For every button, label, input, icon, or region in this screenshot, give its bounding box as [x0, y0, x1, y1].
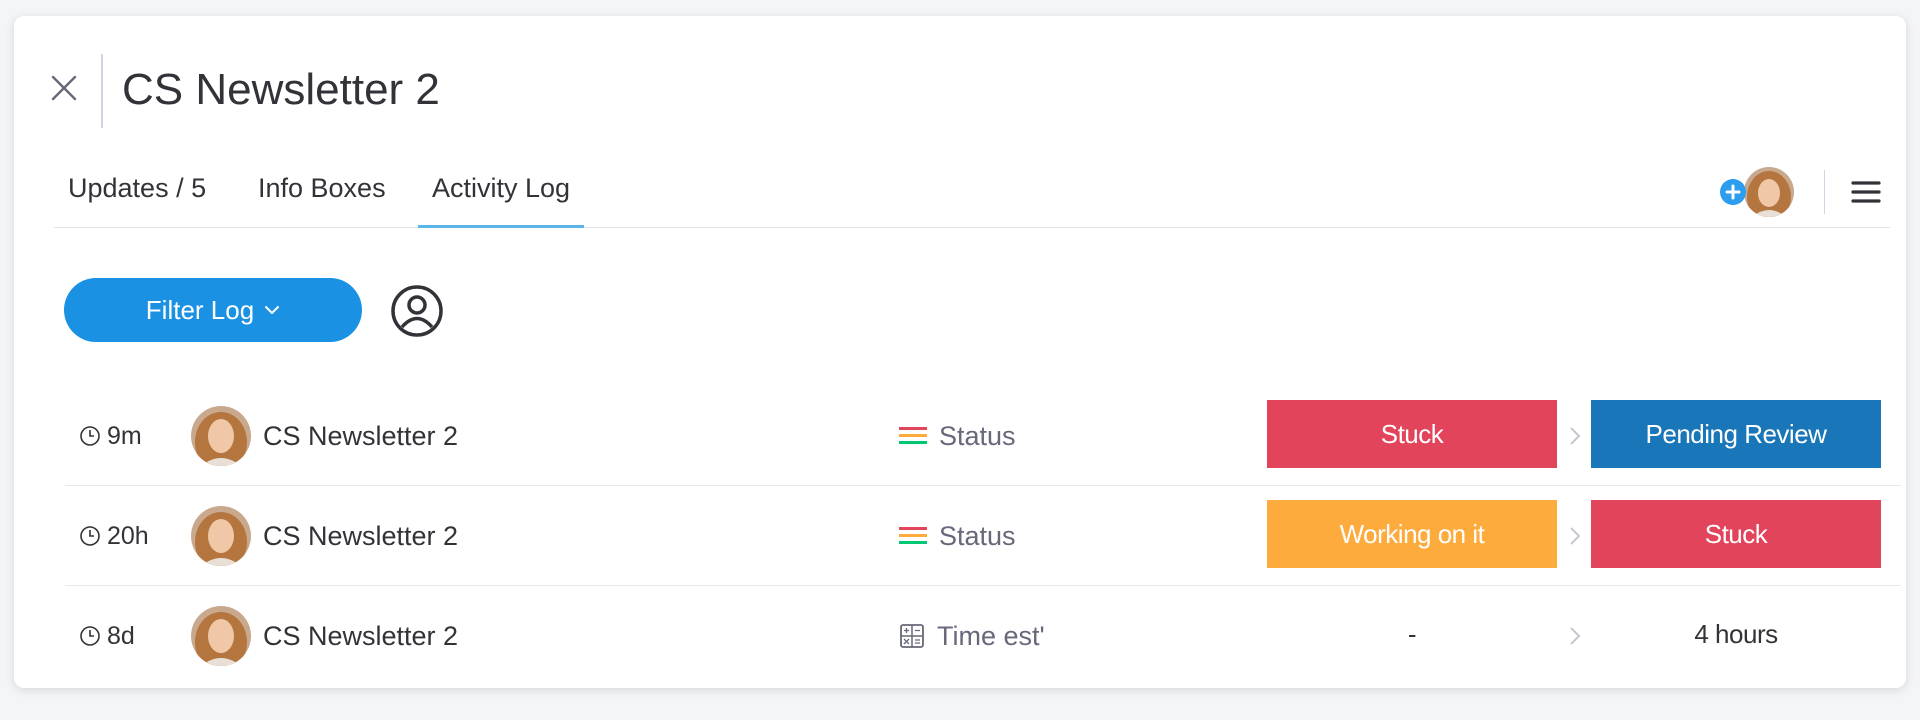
- formula-column-icon: [900, 624, 924, 648]
- time-label: 20h: [107, 521, 149, 550]
- chevron-down-icon: [265, 306, 280, 315]
- item-panel: CS Newsletter 2 Updates / 5 Info Boxes A…: [14, 16, 1906, 688]
- clock-icon: [80, 426, 100, 446]
- tab-bar: Updates / 5 Info Boxes Activity Log: [54, 164, 1890, 228]
- log-time: 8d: [79, 586, 135, 686]
- header-divider: [101, 54, 103, 128]
- hamburger-menu-icon[interactable]: [1850, 176, 1882, 208]
- filter-log-label: Filter Log: [145, 294, 255, 325]
- log-column: Status: [899, 486, 1016, 586]
- old-value-label: Stuck: [1267, 400, 1557, 468]
- log-item-name[interactable]: CS Newsletter 2: [263, 486, 458, 586]
- avatar: [1744, 167, 1794, 217]
- avatar: [191, 406, 251, 466]
- avatar: [191, 606, 251, 666]
- log-time: 9m: [79, 386, 142, 486]
- plus-circle-icon: [1720, 179, 1746, 205]
- filter-log-button[interactable]: Filter Log: [64, 278, 362, 342]
- log-column: Time est': [899, 586, 1045, 686]
- log-column: Status: [899, 386, 1016, 486]
- tab-activity-log[interactable]: Activity Log: [418, 164, 585, 228]
- chevron-right-icon: [1570, 527, 1581, 545]
- new-value-label: Stuck: [1591, 500, 1881, 568]
- column-name: Status: [939, 520, 1016, 551]
- activity-log-list: 9m CS Newsletter 2 Status Stuck Pending …: [65, 386, 1901, 686]
- old-value-label: Working on it: [1267, 500, 1557, 568]
- log-item-name[interactable]: CS Newsletter 2: [263, 386, 458, 486]
- status-column-icon: [899, 427, 927, 444]
- close-icon: [51, 75, 77, 101]
- chevron-right-icon: [1570, 627, 1581, 645]
- item-title: CS Newsletter 2: [122, 65, 440, 114]
- tab-info-boxes[interactable]: Info Boxes: [244, 164, 400, 228]
- chevron-right-icon: [1570, 427, 1581, 445]
- time-label: 8d: [107, 621, 135, 650]
- tab-updates[interactable]: Updates / 5: [54, 164, 220, 228]
- log-row[interactable]: 20h CS Newsletter 2 Status Working on it…: [65, 486, 1901, 586]
- log-item-name[interactable]: CS Newsletter 2: [263, 586, 458, 686]
- column-name: Status: [939, 420, 1016, 451]
- status-column-icon: [899, 527, 927, 544]
- person-filter-button[interactable]: [390, 284, 444, 338]
- log-time: 20h: [79, 486, 149, 586]
- log-row[interactable]: 9m CS Newsletter 2 Status Stuck Pending …: [65, 386, 1901, 486]
- new-value-label: 4 hours: [1694, 618, 1778, 649]
- avatar: [191, 506, 251, 566]
- close-button[interactable]: [44, 68, 84, 108]
- old-value-label: -: [1407, 618, 1417, 649]
- person-circle-icon: [391, 285, 443, 337]
- new-value-label: Pending Review: [1591, 400, 1881, 468]
- log-row[interactable]: 8d CS Newsletter 2 Time est' - 4 hours: [65, 586, 1901, 686]
- add-subscriber-button[interactable]: [1708, 166, 1798, 218]
- time-label: 9m: [107, 421, 142, 450]
- column-name: Time est': [937, 620, 1045, 651]
- clock-icon: [80, 626, 100, 646]
- toolbar-divider: [1824, 170, 1825, 214]
- clock-icon: [80, 526, 100, 546]
